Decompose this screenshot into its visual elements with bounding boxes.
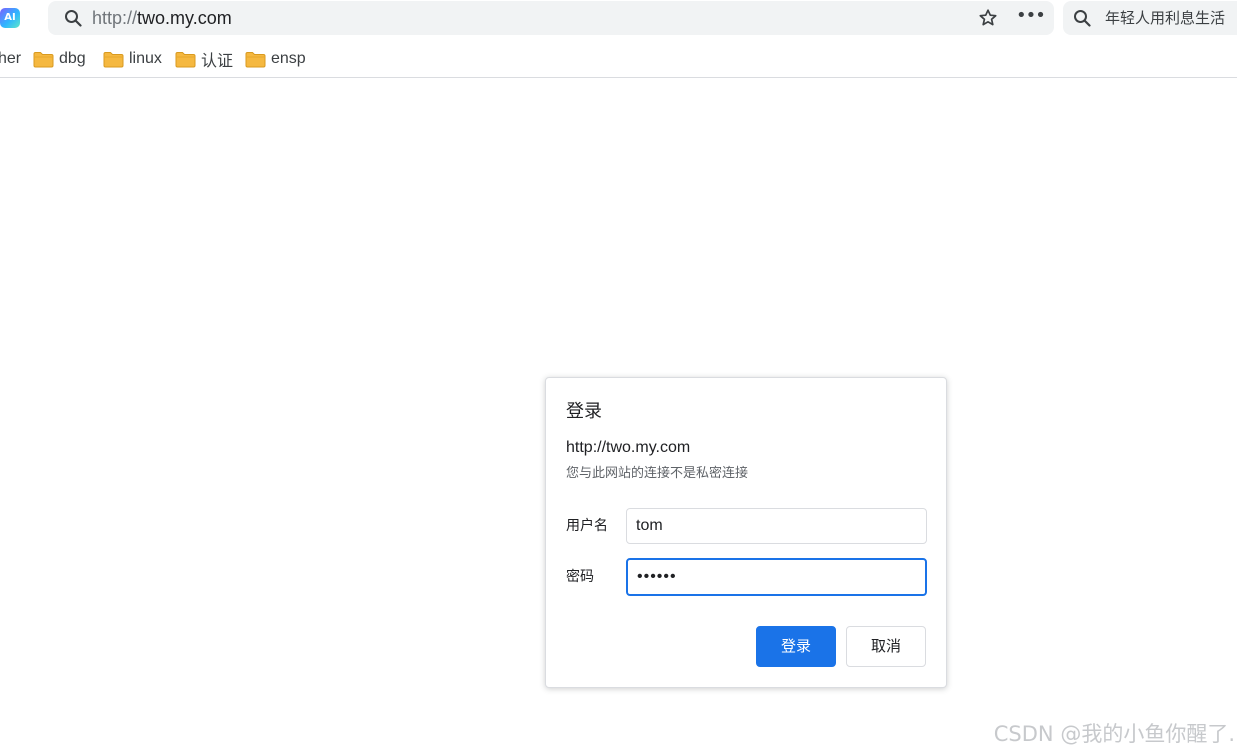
- address-bar[interactable]: http://two.my.com •••: [48, 1, 1054, 35]
- watermark: CSDN @我的小鱼你醒了.: [993, 722, 1235, 746]
- bookmark-star-icon[interactable]: [978, 8, 998, 28]
- search-icon: [1074, 10, 1091, 27]
- search-icon: [65, 10, 82, 27]
- bookmark-folder-dbg[interactable]: dbg: [33, 47, 86, 71]
- bookmarks-bar: her dbg linux 认证 ensp: [0, 44, 1237, 74]
- folder-icon: [175, 51, 196, 67]
- browser-toolbar: AI http://two.my.com ••• 年轻人用利息生活 her db…: [0, 0, 1237, 78]
- folder-icon: [33, 51, 54, 67]
- password-field[interactable]: [626, 558, 927, 596]
- url-host: two.my.com: [137, 8, 232, 28]
- side-search-box[interactable]: 年轻人用利息生活: [1063, 1, 1237, 35]
- side-search-text: 年轻人用利息生活: [1105, 9, 1226, 27]
- login-button[interactable]: 登录: [756, 626, 836, 667]
- bookmark-folder-certification[interactable]: 认证: [175, 47, 233, 71]
- bookmark-label: ensp: [271, 50, 306, 67]
- connection-warning: 您与此网站的连接不是私密连接: [566, 466, 749, 481]
- dialog-title: 登录: [566, 401, 602, 422]
- password-label: 密码: [566, 569, 594, 585]
- url-scheme: http://: [92, 8, 138, 28]
- bookmark-item-truncated[interactable]: her: [0, 47, 21, 71]
- username-field[interactable]: [626, 508, 927, 544]
- folder-icon: [103, 51, 124, 67]
- ai-assistant-icon[interactable]: AI: [0, 8, 20, 28]
- bookmark-label: her: [0, 50, 22, 67]
- folder-icon: [245, 51, 266, 67]
- login-dialog: 登录 http://two.my.com 您与此网站的连接不是私密连接 用户名 …: [545, 377, 947, 688]
- bookmark-label: linux: [129, 50, 162, 67]
- bookmark-folder-linux[interactable]: linux: [103, 47, 162, 71]
- more-options-icon[interactable]: •••: [1016, 4, 1046, 32]
- bookmark-folder-ensp[interactable]: ensp: [245, 47, 306, 71]
- username-label: 用户名: [566, 518, 608, 534]
- url-text[interactable]: http://two.my.com: [92, 7, 232, 29]
- dialog-origin: http://two.my.com: [566, 439, 691, 456]
- bookmark-label: dbg: [59, 50, 86, 67]
- bookmark-label: 认证: [201, 53, 234, 70]
- cancel-button[interactable]: 取消: [846, 626, 926, 667]
